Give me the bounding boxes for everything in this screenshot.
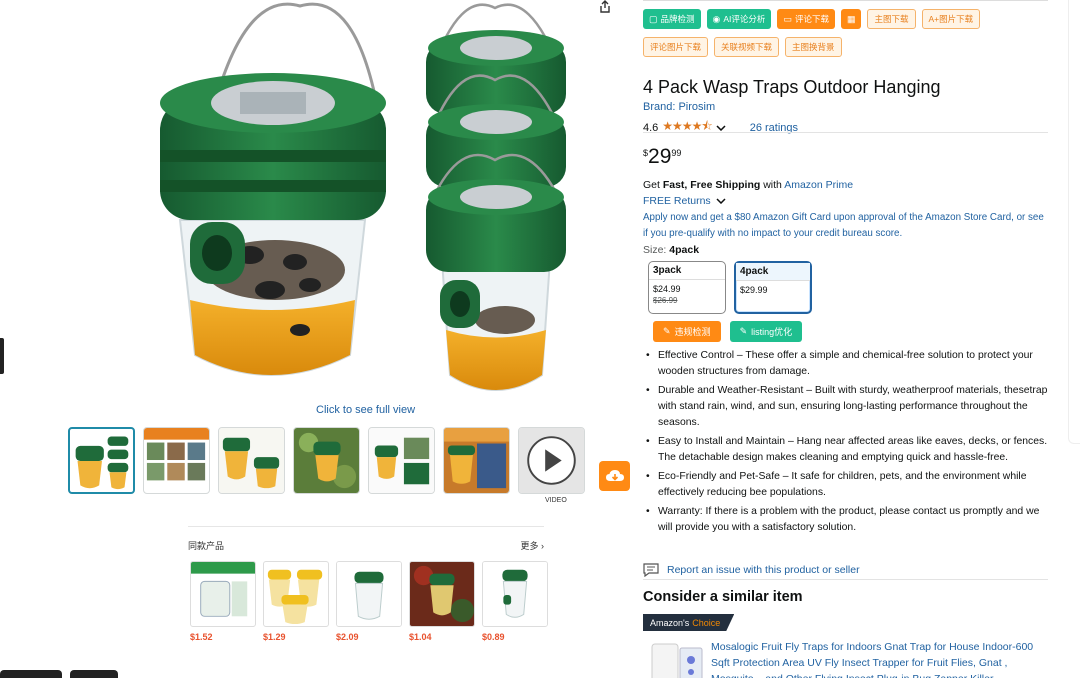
feature-bullet: Easy to Install and Maintain – Hang near…	[646, 434, 1048, 466]
extension-toolbar-row-3: ✎ 违规检测 ✎ listing优化	[653, 321, 803, 342]
toolbar-icon: ◉	[712, 13, 721, 24]
toolbar-icon: ▭	[783, 13, 792, 24]
main-product-image[interactable]	[150, 0, 590, 400]
star-rating-icon[interactable]: ★★★★⯪	[662, 117, 712, 138]
similar-product-item[interactable]: $1.04	[409, 561, 475, 642]
violation-check-button[interactable]: ✎ 违规检测	[653, 321, 721, 342]
side-panel-tab[interactable]	[0, 338, 4, 374]
message-icon	[643, 563, 659, 577]
brand-link[interactable]: Brand: Pirosim	[643, 101, 715, 113]
amazons-choice-badge: Amazon's Choice	[643, 614, 734, 631]
similar-product-item[interactable]: $2.09	[336, 561, 402, 642]
size-option-4pack[interactable]: 4pack $29.99	[734, 261, 812, 314]
toolbar-button-r1-2[interactable]: ▭ 评论下载	[777, 9, 835, 29]
product-title: 4 Pack Wasp Traps Outdoor Hanging	[643, 77, 941, 97]
bottom-bar-button[interactable]	[70, 670, 118, 678]
price: $ 29 99	[643, 145, 682, 168]
similar-product-item[interactable]: $0.89	[482, 561, 548, 642]
similar-product-price: $1.52	[190, 632, 213, 642]
thumbnail-1[interactable]	[68, 427, 135, 494]
toolbar-button-r1-1[interactable]: ◉ AI评论分析	[706, 9, 772, 29]
similar-product-price: $2.09	[336, 632, 359, 642]
rating-row: 4.6 ★★★★⯪ 26 ratings	[643, 117, 798, 138]
toolbar-button-r2-0[interactable]: 评论图片下载	[643, 37, 709, 57]
bottom-bar-button[interactable]	[0, 670, 62, 678]
video-label: VIDEO	[545, 497, 567, 504]
divider	[643, 0, 1048, 1]
consider-similar-heading: Consider a similar item	[643, 589, 803, 605]
free-returns-link[interactable]: FREE Returns	[643, 195, 726, 207]
divider	[643, 579, 1048, 580]
divider	[643, 132, 1048, 133]
thumbnail-2[interactable]	[143, 427, 210, 494]
shipping-info: Get Fast, Free Shipping with Amazon Prim…	[643, 179, 854, 191]
thumbnail-6[interactable]	[443, 427, 510, 494]
report-issue-link[interactable]: Report an issue with this product or sel…	[643, 563, 860, 577]
thumbnail-5[interactable]	[368, 427, 435, 494]
toolbar-icon: ▦	[846, 13, 856, 24]
similar-item-image[interactable]	[648, 642, 706, 678]
amazon-prime-link[interactable]: Amazon Prime	[784, 179, 853, 191]
similar-products-title: 同款产品	[188, 541, 225, 551]
thumbnail-strip	[68, 427, 585, 494]
listing-optimize-button[interactable]: ✎ listing优化	[729, 321, 803, 342]
click-full-view-link[interactable]: Click to see full view	[316, 404, 415, 416]
size-options: 3pack $24.99 $26.99 4pack $29.99	[648, 261, 812, 314]
toolbar-button-r1-4[interactable]: 主图下载	[867, 9, 916, 29]
thumbnail-4[interactable]	[293, 427, 360, 494]
feature-bullet: Warranty: If there is a problem with the…	[646, 504, 1048, 536]
size-label: Size: 4pack	[643, 244, 700, 256]
toolbar-button-r1-0[interactable]: ▢ 品牌检测	[643, 9, 701, 29]
thumbnail-3[interactable]	[218, 427, 285, 494]
chevron-down-icon	[716, 198, 726, 205]
feature-bullets: Effective Control – These offer a simple…	[646, 348, 1048, 539]
store-card-offer-link[interactable]: Apply now and get a $80 Amazon Gift Card…	[643, 210, 1048, 242]
edit-icon: ✎	[739, 326, 748, 336]
extension-toolbar-row-1: ▢ 品牌检测 ◉ AI评论分析 ▭ 评论下载 ▦ 主图下载 A+图片下载	[643, 9, 981, 29]
toolbar-button-r2-2[interactable]: 主图换背景	[785, 37, 842, 57]
extension-toolbar-row-2: 评论图片下载 关联视频下载 主图换背景	[643, 37, 842, 57]
edit-icon: ✎	[663, 326, 671, 336]
toolbar-button-r1-5[interactable]: A+图片下载	[921, 9, 981, 29]
toolbar-button-r1-3[interactable]: ▦	[840, 9, 862, 29]
side-panel-edge	[1068, 0, 1080, 444]
similar-product-item[interactable]: $1.52	[190, 561, 256, 642]
more-link[interactable]: 更多 ›	[520, 539, 544, 552]
toolbar-icon: ▢	[649, 13, 658, 24]
feature-bullet: Effective Control – These offer a simple…	[646, 348, 1048, 380]
toolbar-button-r2-1[interactable]: 关联视频下载	[714, 37, 780, 57]
similar-item-title-link[interactable]: Mosalogic Fruit Fly Traps for Indoors Gn…	[711, 639, 1049, 678]
product-page: { "toolbar": { "row1": [ {"label": "品牌检测…	[0, 0, 1080, 678]
share-icon[interactable]	[598, 0, 612, 14]
similar-product-price: $1.04	[409, 632, 432, 642]
similar-products-panel: 同款产品 更多 › $1.52 $1.29 $2.09 $1.04 $0.89	[188, 526, 548, 642]
similar-product-price: $0.89	[482, 632, 505, 642]
size-option-3pack[interactable]: 3pack $24.99 $26.99	[648, 261, 726, 314]
thumbnail-video[interactable]	[518, 427, 585, 494]
feature-bullet: Eco-Friendly and Pet-Safe – It safe for …	[646, 469, 1048, 501]
feature-bullet: Durable and Weather-Resistant – Built wi…	[646, 383, 1048, 431]
cloud-download-icon	[605, 470, 624, 481]
similar-product-price: $1.29	[263, 632, 286, 642]
download-cloud-button[interactable]	[599, 461, 630, 491]
similar-product-item[interactable]: $1.29	[263, 561, 329, 642]
